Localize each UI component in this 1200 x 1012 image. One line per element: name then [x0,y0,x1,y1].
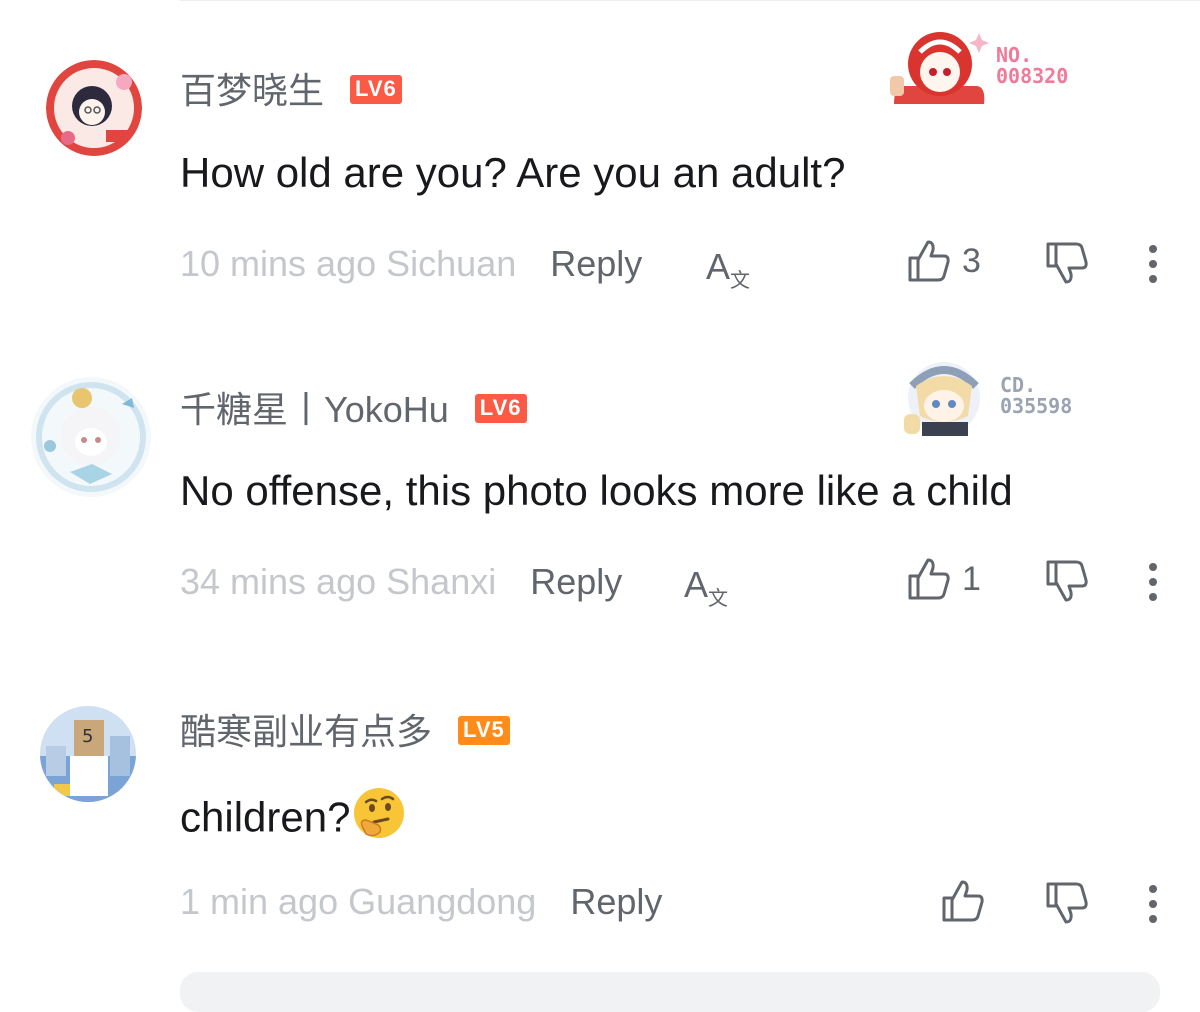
fan-badge-icon [904,362,980,436]
location: Guangdong [348,881,537,922]
fan-number-line1: CD. [1000,373,1037,397]
avatar[interactable] [30,376,152,498]
more-vertical-icon [1149,563,1157,601]
reply-button[interactable]: Reply [550,243,642,284]
location: Sichuan [386,243,517,284]
fan-number-line2: 008320 [996,64,1069,88]
level-badge: LV5 [458,716,510,745]
like-button[interactable]: 1 [906,556,981,602]
translate-icon: A [684,564,709,605]
dislike-button[interactable] [1044,880,1090,931]
translate-sub: 文 [708,588,729,611]
translate-button[interactable]: A文 [706,246,750,293]
username-text[interactable]: 酷寒副业有点多 [180,711,432,752]
thumb-up-icon [942,880,984,922]
fan-number-line1: NO. [996,43,1033,67]
like-button[interactable]: 3 [906,238,981,284]
fan-number-line2: 035598 [1000,394,1073,418]
comment-meta: 1 min ago Guangdong Reply [180,884,662,920]
username-text[interactable]: 千糖星丨YokoHu [180,389,449,430]
comment-meta: 10 mins ago Sichuan Reply [180,246,642,282]
username[interactable]: 百梦晓生 LV6 [180,73,402,109]
level-badge: LV6 [474,394,527,423]
thumb-up-icon [908,558,950,600]
more-options-button[interactable] [1146,244,1160,289]
comment-meta: 34 mins ago Shanxi Reply [180,564,622,600]
avatar[interactable]: 5 [40,706,136,802]
level-badge: LV6 [350,75,402,104]
comment-text: children? [180,788,406,851]
fan-badge[interactable]: NO. 008320 [886,26,1068,106]
comment-text: No offense, this photo looks more like a… [180,467,1013,514]
svg-text:5: 5 [82,726,93,747]
thumb-down-icon [1046,560,1088,602]
avatar[interactable] [46,60,142,156]
reply-input-bar[interactable] [180,972,1160,1012]
more-vertical-icon [1149,885,1157,923]
like-count: 1 [962,559,981,598]
comment-item: 千糖星丨YokoHu LV6 CD. 035598 No offense, thi… [0,318,1200,638]
dislike-button[interactable] [1044,240,1090,291]
more-options-button[interactable] [1146,562,1160,607]
location: Shanxi [386,561,497,602]
thumb-up-icon [908,240,950,282]
fan-number: NO. 008320 [996,45,1068,87]
more-options-button[interactable] [1146,884,1160,929]
comment-text-content: children? [180,793,351,841]
translate-sub: 文 [730,270,751,293]
more-vertical-icon [1149,245,1157,283]
comment-item: 百梦晓生 LV6 NO. 008320 How old are you? Are … [0,0,1200,320]
timestamp: 1 min ago [180,881,339,922]
comment-text: How old are you? Are you an adult? [180,149,846,196]
username-text[interactable]: 百梦晓生 [180,70,324,111]
timestamp: 34 mins ago [180,561,377,602]
thinking-face-icon [352,786,406,847]
thumb-down-icon [1046,242,1088,284]
fan-badge[interactable]: CD. 035598 [898,356,1072,436]
timestamp: 10 mins ago [180,243,377,284]
username[interactable]: 酷寒副业有点多 LV5 [180,714,510,750]
translate-icon: A [706,246,731,287]
thumb-down-icon [1046,882,1088,924]
like-count: 3 [962,241,981,280]
translate-button[interactable]: A文 [684,564,728,611]
reply-button[interactable]: Reply [530,561,622,602]
fan-badge-icon [890,32,989,104]
reply-button[interactable]: Reply [570,881,662,922]
comment-item: 5 酷寒副业有点多 LV5 children? 1 min ago Guangdo… [0,636,1200,956]
fan-number: CD. 035598 [1000,375,1072,417]
dislike-button[interactable] [1044,558,1090,609]
like-button[interactable] [940,878,986,924]
username[interactable]: 千糖星丨YokoHu LV6 [180,392,527,428]
